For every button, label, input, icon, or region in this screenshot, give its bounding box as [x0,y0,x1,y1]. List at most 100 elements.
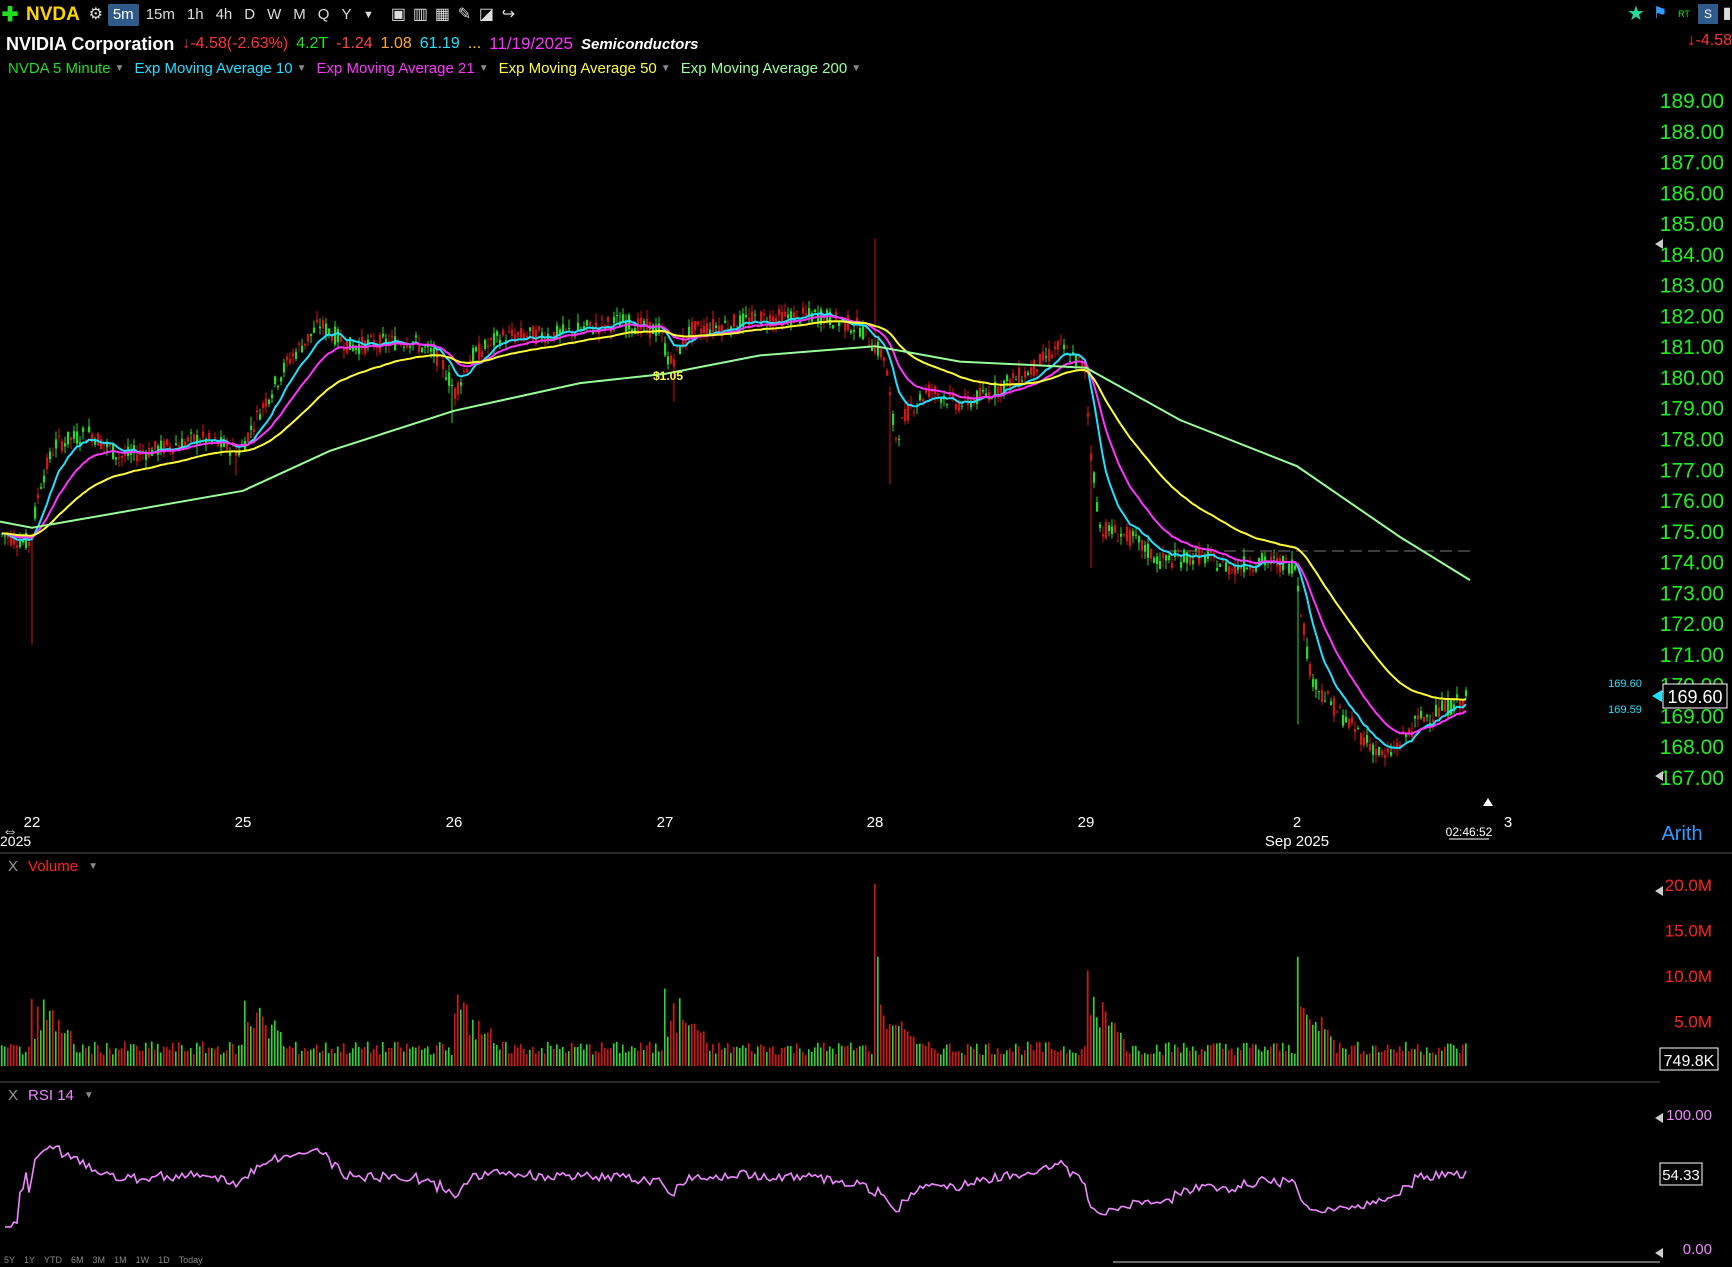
candle-body [175,443,178,446]
volume-bar [514,1045,516,1066]
volume-bar [640,1042,642,1066]
volume-bar [229,1042,231,1066]
candle-body [955,404,958,410]
volume-bar [1411,1048,1413,1066]
volume-bar [1417,1044,1419,1066]
candle-body [1444,700,1447,712]
volume-bar [1435,1054,1437,1066]
candle-body [61,441,64,451]
volume-bar [949,1043,951,1066]
candle-body [814,309,817,313]
candle-body [475,347,478,352]
volume-bar [862,1045,864,1066]
volume-bar [79,1052,81,1066]
candle-body [58,435,61,437]
volume-bar [1147,1054,1149,1066]
candle-body [1357,727,1360,729]
volume-bar [346,1053,348,1066]
volume-bar [94,1041,96,1066]
candle-body [1123,533,1126,535]
volume-bar [931,1047,933,1066]
volume-bar [478,1020,480,1066]
candle-body [625,321,628,333]
candle-body [247,432,250,443]
volume-bar [1207,1045,1209,1066]
price-tick-label: 175.00 [1660,521,1724,544]
volume-bar [121,1048,123,1066]
volume-bar [184,1051,186,1066]
volume-bar [1039,1041,1041,1066]
volume-bar [1249,1047,1251,1066]
candle-body [805,313,808,315]
candle-body [1300,615,1303,617]
volume-bar [781,1048,783,1066]
volume-bar [754,1053,756,1066]
candle-body [1171,563,1174,568]
volume-bar [1282,1042,1284,1066]
volume-bar [1357,1041,1359,1066]
candle-body [121,456,124,459]
volume-bar [1438,1047,1440,1066]
candle-body [1375,749,1378,756]
volume-bar [880,1004,882,1066]
candle-body [1429,722,1432,724]
volume-bar [799,1048,801,1066]
volume-bar [922,1043,924,1066]
candle-body [430,348,433,352]
candle-body [850,330,853,334]
volume-bar [1288,1044,1290,1066]
candle-body [1354,728,1357,733]
volume-bar [1090,1014,1092,1066]
volume-bar [169,1049,171,1066]
candle-body [1048,349,1051,362]
candle-body [877,341,880,356]
candle-body [1423,716,1426,722]
volume-bar [1390,1049,1392,1066]
volume-bar [1216,1043,1218,1066]
volume-bar [499,1049,501,1066]
candle-body [274,376,277,385]
candle-body [88,426,91,433]
candle-body [1351,717,1354,723]
candle-body [1015,379,1018,381]
candle-body [748,317,751,326]
candle-body [745,314,748,318]
candle-body [928,384,931,397]
volume-bar [955,1051,957,1066]
candle-body [1252,569,1255,572]
price-tick-label: 171.00 [1660,644,1724,667]
volume-bar [400,1047,402,1066]
candle-body [613,316,616,324]
volume-bar [1240,1049,1242,1066]
price-tick-label: 177.00 [1660,459,1724,482]
volume-bar [601,1042,603,1066]
volume-bar [802,1051,804,1066]
volume-bar [1426,1047,1428,1066]
candle-body [712,319,715,333]
volume-bar [46,1019,48,1066]
volume-bar [70,1031,72,1066]
candle-body [1102,534,1105,537]
candle-body [295,351,298,359]
candle-body [73,431,76,439]
volume-bar [1447,1043,1449,1066]
volume-bar [529,1049,531,1066]
candle-body [1195,548,1198,551]
volume-bar [13,1045,15,1066]
volume-bar [1204,1051,1206,1066]
chart-canvas[interactable]: 189.00 188.00 187.00 186.00 185.00 184.00 183.… [0,0,1732,1267]
volume-bar [217,1046,219,1066]
volume-bar [1378,1052,1380,1066]
volume-bar [190,1048,192,1066]
volume-bar [1123,1038,1125,1066]
volume-bar [1081,1049,1083,1066]
candle-body [1093,472,1096,483]
volume-bar [637,1050,639,1066]
candle-body [193,434,196,442]
candle-body [1342,714,1345,726]
volume-bar [1210,1045,1212,1066]
volume-bar [457,994,459,1066]
candle-body [1138,536,1141,543]
volume-bar [820,1047,822,1066]
candle-body [1255,568,1258,572]
